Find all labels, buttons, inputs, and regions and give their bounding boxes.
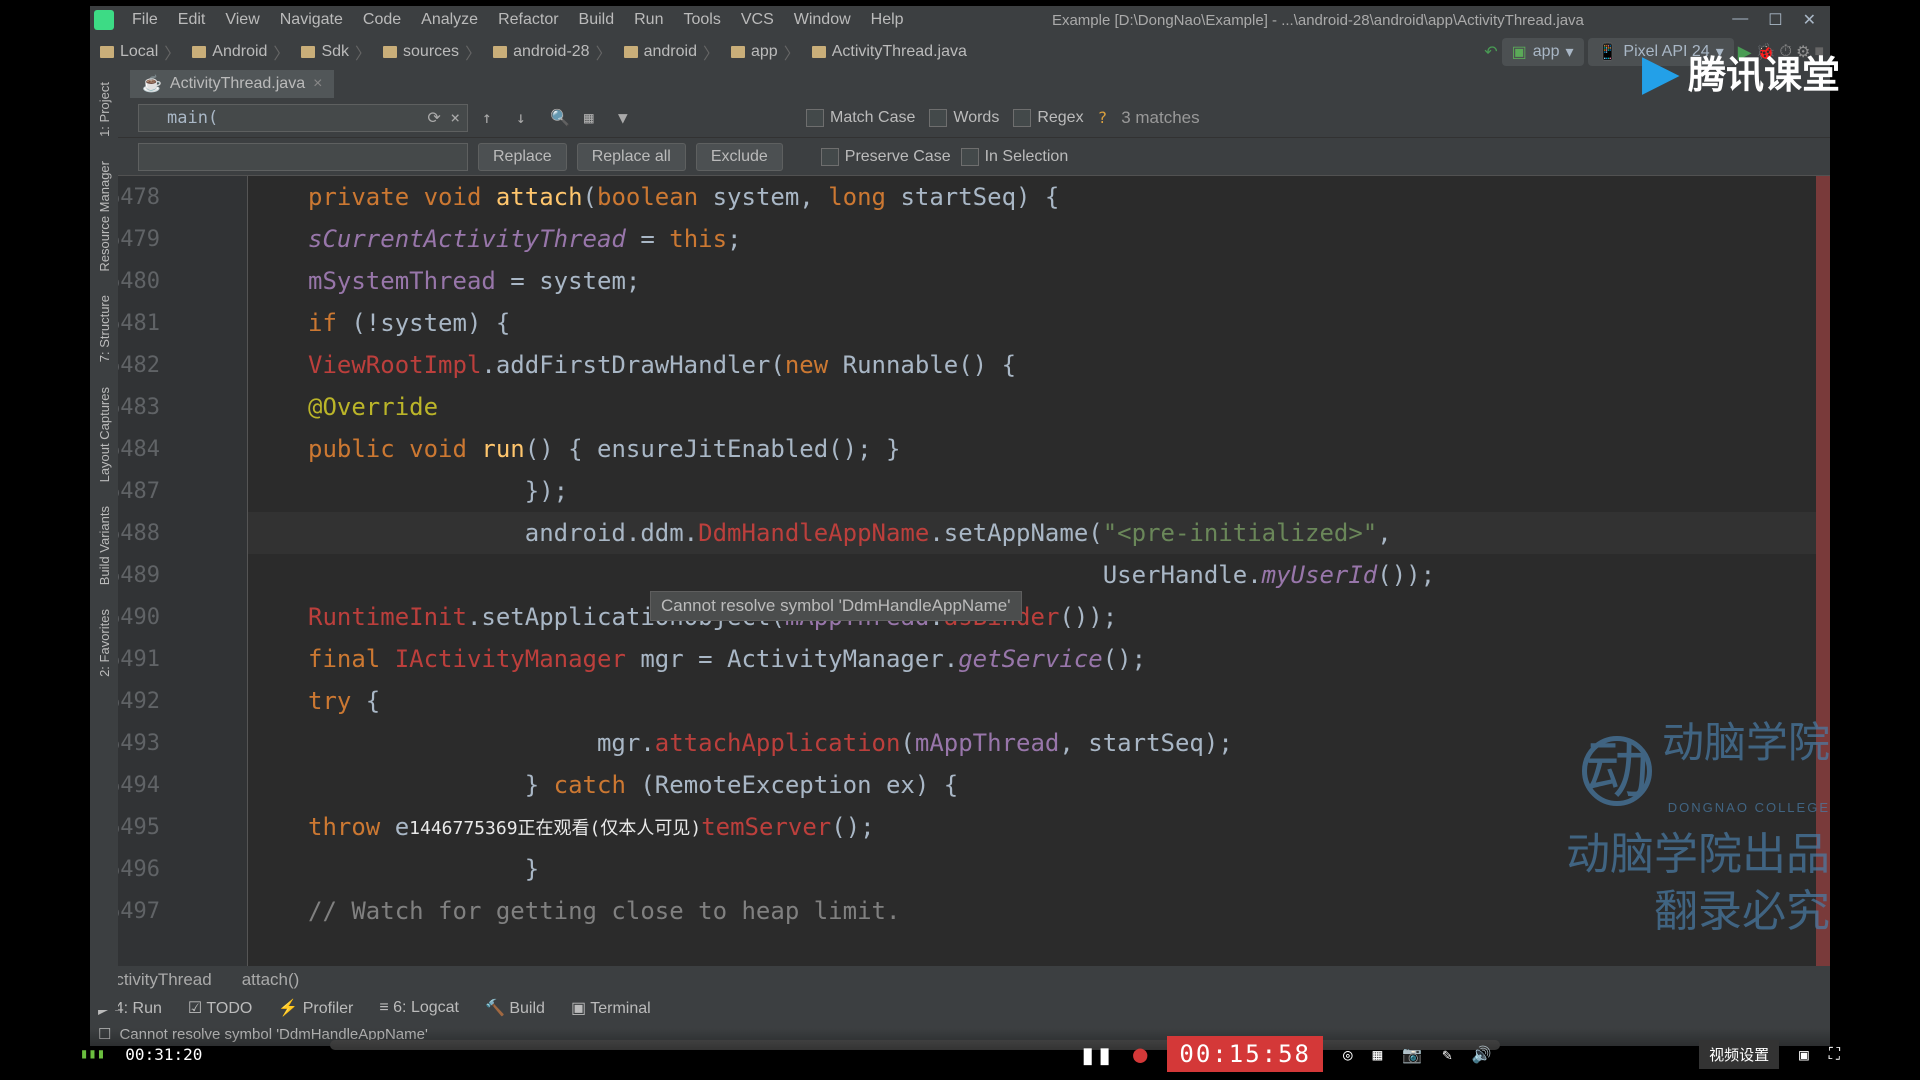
- side-tool-tabs: 1: Project Resource Manager 7: Structure La…: [90, 70, 118, 1010]
- exclude-button[interactable]: Exclude: [696, 143, 783, 171]
- app-icon: [94, 10, 114, 30]
- menu-view[interactable]: View: [215, 9, 269, 31]
- side-tab[interactable]: 7: Structure: [95, 287, 114, 370]
- menu-edit[interactable]: Edit: [168, 9, 216, 31]
- search-options-icon[interactable]: 🔍: [550, 108, 570, 128]
- preserve-case-checkbox[interactable]: Preserve Case: [821, 148, 951, 166]
- window-title: Example [D:\DongNao\Example] - ...\andro…: [916, 12, 1721, 29]
- grid-icon[interactable]: ▦: [1373, 1045, 1383, 1064]
- watermark: 动 动脑学院DONGNAO COLLEGE 动脑学院出品 翻录必究: [1566, 716, 1830, 940]
- crumb-1[interactable]: Android 〉: [188, 40, 293, 64]
- menu-tools[interactable]: Tools: [673, 9, 730, 31]
- record-time: 00:15:58: [1167, 1036, 1323, 1072]
- prev-match-icon[interactable]: ↑: [482, 108, 502, 128]
- quality-button[interactable]: 视频设置: [1699, 1040, 1779, 1069]
- next-match-icon[interactable]: ↓: [516, 108, 536, 128]
- regex-checkbox[interactable]: Regex: [1013, 109, 1083, 127]
- close-tab-icon[interactable]: ×: [313, 75, 322, 93]
- crumb-0[interactable]: Local 〉: [96, 40, 184, 64]
- menu-navigate[interactable]: Navigate: [270, 9, 353, 31]
- search-clear-icon[interactable]: ⟳ ×: [427, 108, 460, 127]
- breadcrumb: Local 〉Android 〉Sdk 〉sources 〉android-28…: [96, 40, 971, 64]
- search-input[interactable]: [138, 104, 468, 132]
- record-icon[interactable]: ●: [1133, 1040, 1147, 1068]
- back-icon[interactable]: ↶: [1484, 42, 1497, 62]
- menu-refactor[interactable]: Refactor: [488, 9, 568, 31]
- fullscreen-icon[interactable]: ⛶: [1829, 1044, 1840, 1064]
- tool-tab[interactable]: ⚡ Profiler: [278, 998, 353, 1018]
- breadcrumb-method[interactable]: attach(): [242, 970, 300, 990]
- replace-input[interactable]: [138, 143, 468, 171]
- side-tab[interactable]: Layout Captures: [95, 379, 114, 490]
- select-all-icon[interactable]: ▦: [584, 108, 604, 128]
- minimize-icon[interactable]: —: [1732, 10, 1748, 30]
- crumb-6[interactable]: app 〉: [727, 40, 804, 64]
- side-tab[interactable]: Resource Manager: [95, 153, 114, 280]
- words-checkbox[interactable]: Words: [929, 109, 999, 127]
- menu-run[interactable]: Run: [624, 9, 673, 31]
- menu-file[interactable]: File: [122, 9, 168, 31]
- crumb-3[interactable]: sources 〉: [379, 40, 485, 64]
- elapsed-time: 00:31:20: [125, 1045, 202, 1064]
- menu-vcs[interactable]: VCS: [731, 9, 784, 31]
- match-count: 3 matches: [1121, 108, 1199, 128]
- menu-window[interactable]: Window: [784, 9, 861, 31]
- edit-icon[interactable]: ✎: [1442, 1045, 1452, 1064]
- crumb-5[interactable]: android 〉: [620, 40, 723, 64]
- tool-tab[interactable]: 🔨 Build: [485, 998, 545, 1018]
- filter-icon[interactable]: ▼: [618, 108, 638, 128]
- tool-tab[interactable]: ≡ 6: Logcat: [379, 999, 459, 1017]
- menu-analyze[interactable]: Analyze: [411, 9, 488, 31]
- side-tab[interactable]: 1: Project: [95, 74, 114, 145]
- side-tab[interactable]: 2: Favorites: [95, 601, 114, 685]
- side-tab[interactable]: Build Variants: [95, 498, 114, 593]
- menu-build[interactable]: Build: [569, 9, 625, 31]
- run-config-selector[interactable]: ▣ app ▾: [1502, 38, 1584, 66]
- replace-all-button[interactable]: Replace all: [577, 143, 686, 171]
- menu-code[interactable]: Code: [353, 9, 411, 31]
- match-case-checkbox[interactable]: Match Case: [806, 109, 915, 127]
- pause-icon[interactable]: ▮▮: [1079, 1038, 1113, 1071]
- breadcrumb-class[interactable]: ActivityThread: [104, 970, 212, 990]
- editor-tab[interactable]: ☕ ActivityThread.java ×: [130, 70, 334, 98]
- replace-button[interactable]: Replace: [478, 143, 567, 171]
- error-tooltip: Cannot resolve symbol 'DdmHandleAppName': [650, 591, 1022, 621]
- main-menu: FileEditViewNavigateCodeAnalyzeRefactorB…: [122, 9, 914, 31]
- speaker-icon[interactable]: 🔊: [1472, 1045, 1492, 1064]
- in-selection-checkbox[interactable]: In Selection: [961, 148, 1069, 166]
- tool-tab[interactable]: ▣ Terminal: [571, 998, 651, 1018]
- video-player-controls: ▮▮▮ 00:31:20 ▮▮ ● 00:15:58 ◎ ▦ 📷 ✎ 🔊 视频设…: [0, 1028, 1920, 1080]
- camera-icon[interactable]: 📷: [1402, 1045, 1422, 1064]
- pip-icon[interactable]: ▣: [1799, 1045, 1809, 1064]
- close-icon[interactable]: ✕: [1803, 10, 1816, 30]
- maximize-icon[interactable]: ☐: [1768, 10, 1782, 30]
- crumb-7[interactable]: ActivityThread.java: [808, 40, 971, 64]
- crumb-4[interactable]: android-28 〉: [489, 40, 616, 64]
- marker-icon[interactable]: ◎: [1343, 1045, 1353, 1064]
- tool-window-tabs: ▶ 4: Run☑ TODO⚡ Profiler≡ 6: Logcat🔨 Bui…: [90, 994, 1830, 1022]
- crumb-2[interactable]: Sdk 〉: [297, 40, 375, 64]
- menu-help[interactable]: Help: [861, 9, 914, 31]
- tencent-logo: ▶ 腾讯课堂: [1643, 44, 1840, 99]
- tool-tab[interactable]: ☑ TODO: [188, 998, 252, 1018]
